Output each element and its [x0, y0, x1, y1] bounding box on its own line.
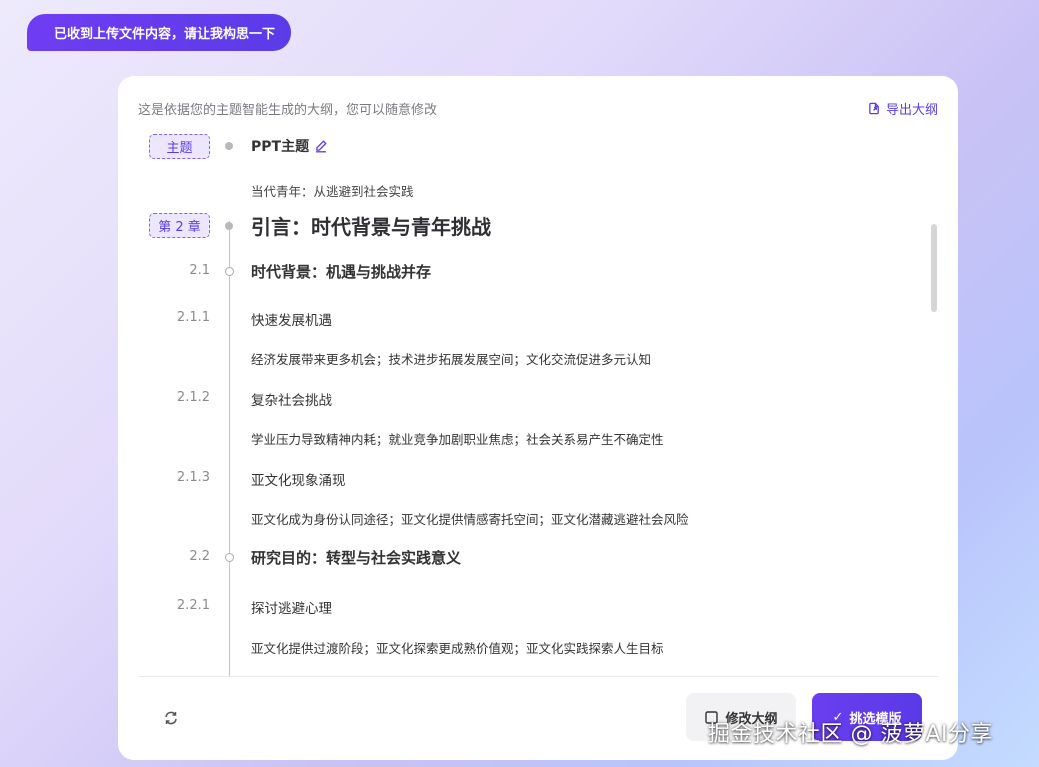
scrollbar-thumb[interactable]	[931, 224, 937, 312]
subsection-title: 复杂社会挑战	[251, 393, 332, 409]
chapter-title: 引言：时代背景与青年挑战	[251, 215, 491, 239]
outline-subsection-row[interactable]: 2.1.2 复杂社会挑战	[118, 389, 918, 409]
export-icon	[869, 102, 879, 114]
detail-text: 亚文化成为身份认同途径；亚文化提供情感寄托空间；亚文化潜藏逃避社会风险	[251, 512, 689, 527]
outline-section-row[interactable]: 2.2 研究目的：转型与社会实践意义	[118, 547, 918, 569]
topic-dot	[225, 142, 233, 150]
chapter-dot	[225, 222, 233, 230]
outline-subsection-row[interactable]: 2.2.1 探讨逃避心理	[118, 597, 918, 617]
outline-detail-row[interactable]: 经济发展带来更多机会；技术进步拓展发展空间；文化交流促进多元认知	[118, 349, 918, 369]
detail-text: 学业压力导致精神内耗；就业竞争加剧职业焦虑；社会关系易产生不确定性	[251, 432, 664, 447]
outline-chapter-row[interactable]: 第 2 章 引言：时代背景与青年挑战	[118, 213, 918, 239]
section-dot	[225, 553, 234, 562]
card-header: 这是依据您的主题智能生成的大纲，您可以随意修改 导出大纲	[138, 98, 938, 118]
footer-divider	[138, 676, 938, 677]
outline-detail-row[interactable]: 亚文化成为身份认同途径；亚文化提供情感寄托空间；亚文化潜藏逃避社会风险	[118, 509, 918, 529]
detail-text: 亚文化提供过渡阶段；亚文化探索更成熟价值观；亚文化实践探索人生目标	[251, 641, 664, 656]
topic-title-text: PPT主题	[251, 139, 310, 155]
outline-topic-row: 主题 PPT主题	[118, 133, 918, 159]
outline-tree[interactable]: 主题 PPT主题 当代青年：从逃避到社会实践 第 2 章 引言：时代背景与青年挑…	[118, 126, 938, 676]
outline-detail-row[interactable]: 学业压力导致精神内耗；就业竞争加剧职业焦虑；社会关系易产生不确定性	[118, 429, 918, 449]
chapter-tag: 第 2 章	[149, 213, 210, 238]
outline-section-row[interactable]: 2.1 时代背景：机遇与挑战并存	[118, 261, 918, 283]
section-title: 研究目的：转型与社会实践意义	[251, 549, 462, 567]
topic-value-row[interactable]: 当代青年：从逃避到社会实践	[118, 181, 918, 201]
outline-subsection-row[interactable]: 2.1.3 亚文化现象涌现	[118, 469, 918, 489]
chat-message-text: 已收到上传文件内容，请让我构思一下	[54, 27, 276, 42]
detail-text: 经济发展带来更多机会；技术进步拓展发展空间；文化交流促进多元认知	[251, 352, 652, 367]
subsection-title: 亚文化现象涌现	[251, 473, 346, 489]
refresh-icon[interactable]	[163, 710, 179, 726]
topic-value: 当代青年：从逃避到社会实践	[251, 184, 414, 199]
section-title: 时代背景：机遇与挑战并存	[251, 263, 432, 281]
outline-detail-row[interactable]: 亚文化提供过渡阶段；亚文化探索更成熟价值观；亚文化实践探索人生目标	[118, 638, 918, 658]
chat-message-bubble: 已收到上传文件内容，请让我构思一下	[27, 14, 292, 51]
outline-subsection-row[interactable]: 2.1.1 快速发展机遇	[118, 309, 918, 329]
export-outline-label: 导出大纲	[885, 102, 938, 118]
export-outline-button[interactable]: 导出大纲	[868, 99, 938, 118]
outline-hint: 这是依据您的主题智能生成的大纲，您可以随意修改	[138, 102, 438, 118]
topic-tag: 主题	[149, 134, 210, 159]
subsection-number: 2.2.1	[176, 598, 210, 613]
subsection-title: 快速发展机遇	[251, 313, 332, 329]
subsection-title: 探讨逃避心理	[251, 601, 332, 617]
section-number: 2.2	[189, 549, 210, 564]
outline-card: 这是依据您的主题智能生成的大纲，您可以随意修改 导出大纲 主题 PPT主题 当代…	[118, 76, 958, 760]
subsection-number: 2.1.1	[176, 310, 210, 325]
subsection-number: 2.1.3	[176, 470, 210, 485]
section-number: 2.1	[189, 263, 210, 278]
subsection-number: 2.1.2	[176, 390, 210, 405]
watermark: 掘金技术社区 @ 菠萝AI分享	[708, 722, 994, 747]
section-dot	[225, 267, 234, 276]
edit-pencil-icon[interactable]	[314, 139, 328, 153]
topic-title: PPT主题	[251, 136, 328, 156]
